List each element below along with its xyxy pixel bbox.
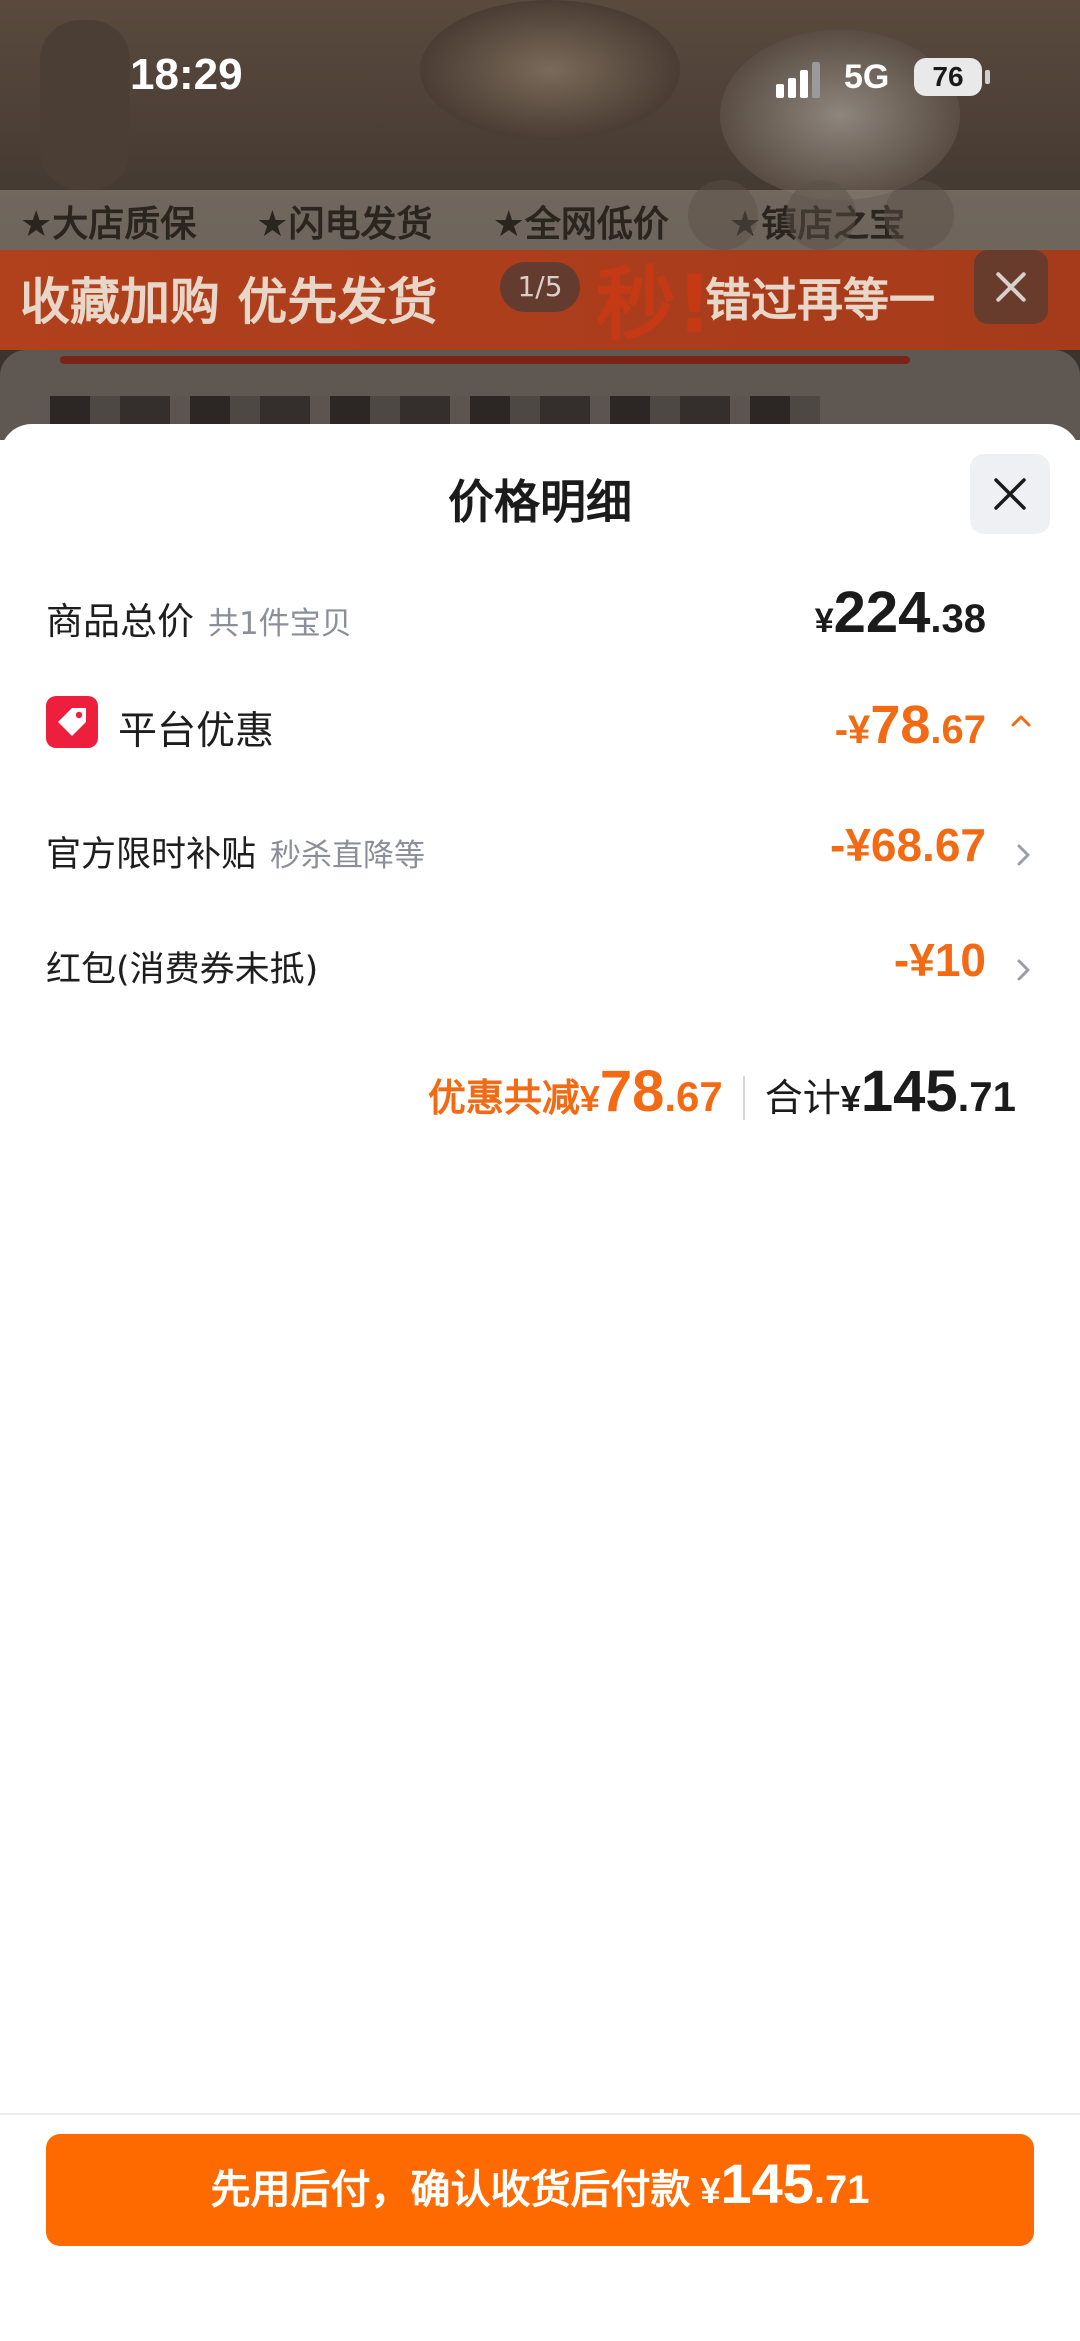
subsidy-label: 官方限时补贴 秒杀直降等 xyxy=(46,826,425,877)
subsidy-sub: 秒杀直降等 xyxy=(270,838,426,874)
battery-tip xyxy=(985,70,990,84)
row-official-subsidy[interactable]: 官方限时补贴 秒杀直降等 -¥68.67 xyxy=(46,819,1036,896)
total-price-title: 商品总价 xyxy=(46,600,194,643)
discount-total-currency: ¥ xyxy=(579,1078,600,1119)
currency-symbol: ¥ xyxy=(814,602,834,640)
price-integer: 224 xyxy=(833,580,931,645)
pay-button-integer: 145 xyxy=(720,2152,814,2215)
discount-total-label: 优惠共减 xyxy=(427,1076,580,1120)
battery-icon: 76 xyxy=(914,58,982,96)
subsidy-title: 官方限时补贴 xyxy=(46,835,257,875)
chevron-right-icon[interactable] xyxy=(1010,955,1036,985)
tag-icon xyxy=(46,696,98,748)
red-packet-value: -¥10 xyxy=(893,934,986,986)
favorite-icon xyxy=(884,180,954,250)
total-price-label: 商品总价 共1件宝贝 xyxy=(46,591,352,645)
background-image-pager: 1/5 xyxy=(500,262,580,312)
close-button[interactable] xyxy=(970,454,1050,534)
price-decimal: .38 xyxy=(930,597,986,641)
platform-discount-label: 平台优惠 xyxy=(118,709,275,754)
grand-total-label: 合计 xyxy=(764,1076,841,1120)
row-total-price: 商品总价 共1件宝贝 ¥224.38 xyxy=(46,580,1036,657)
discount-total-integer: 78 xyxy=(599,1059,665,1124)
chevron-up-icon[interactable] xyxy=(1006,706,1036,736)
background-banner-text-right: 错过再等一 xyxy=(705,273,935,327)
item-count: 共1件宝贝 xyxy=(208,606,352,642)
background-tag: ★闪电发货 xyxy=(256,204,433,245)
background-tag: ★大店质保 xyxy=(20,204,197,245)
pay-button-currency: ¥ xyxy=(700,2170,721,2211)
pay-later-button[interactable]: 先用后付，确认收货后付款 ¥145.71 xyxy=(46,2134,1034,2246)
pay-button-decimal: .71 xyxy=(813,2168,870,2212)
price-summary: 优惠共减 ¥78.67 合计 ¥145.71 xyxy=(428,1058,1016,1138)
subsidy-value: -¥68.67 xyxy=(829,819,986,871)
chevron-right-icon[interactable] xyxy=(1010,840,1036,870)
share-icon xyxy=(786,180,856,250)
status-bar: 18:29 5G 76 xyxy=(0,0,1080,160)
total-price-value: ¥224.38 xyxy=(815,579,986,646)
row-red-packet[interactable]: 红包(消费券未抵) -¥10 xyxy=(46,934,1036,1011)
grand-total-decimal: .71 xyxy=(957,1073,1016,1120)
close-icon xyxy=(994,478,1026,510)
red-packet-label: 红包(消费券未抵) xyxy=(46,950,319,990)
network-type: 5G xyxy=(844,58,890,96)
pay-button-label: 先用后付，确认收货后付款 xyxy=(210,2167,691,2213)
signal-icon xyxy=(776,62,822,98)
summary-divider xyxy=(742,1076,745,1120)
background-close-icon xyxy=(974,250,1048,324)
price-detail-sheet: 价格明细 商品总价 共1件宝贝 ¥224.38 平台优惠 -¥78.67 官方限时… xyxy=(0,424,1080,2341)
row-platform-discount[interactable]: 平台优惠 -¥78.67 xyxy=(46,695,1036,774)
status-time: 18:29 xyxy=(130,50,243,99)
background-banner-flash: 秒! xyxy=(596,258,713,351)
discount-prefix: -¥ xyxy=(834,708,871,752)
sheet-title: 价格明细 xyxy=(448,475,632,529)
grand-total-currency: ¥ xyxy=(840,1078,861,1119)
grand-total-integer: 145 xyxy=(860,1059,958,1124)
background-card-accent xyxy=(60,356,910,364)
background-banner-text: 收藏加购 优先发货 xyxy=(20,273,438,331)
discount-total-decimal: .67 xyxy=(664,1073,723,1120)
background-tags: ★大店质保 ★闪电发货 ★全网低价 ★镇店之宝 xyxy=(20,195,905,247)
bottom-divider xyxy=(0,2113,1080,2115)
discount-decimal: .67 xyxy=(930,708,986,752)
discount-integer: 78 xyxy=(870,695,931,755)
platform-discount-value: -¥78.67 xyxy=(835,694,986,756)
